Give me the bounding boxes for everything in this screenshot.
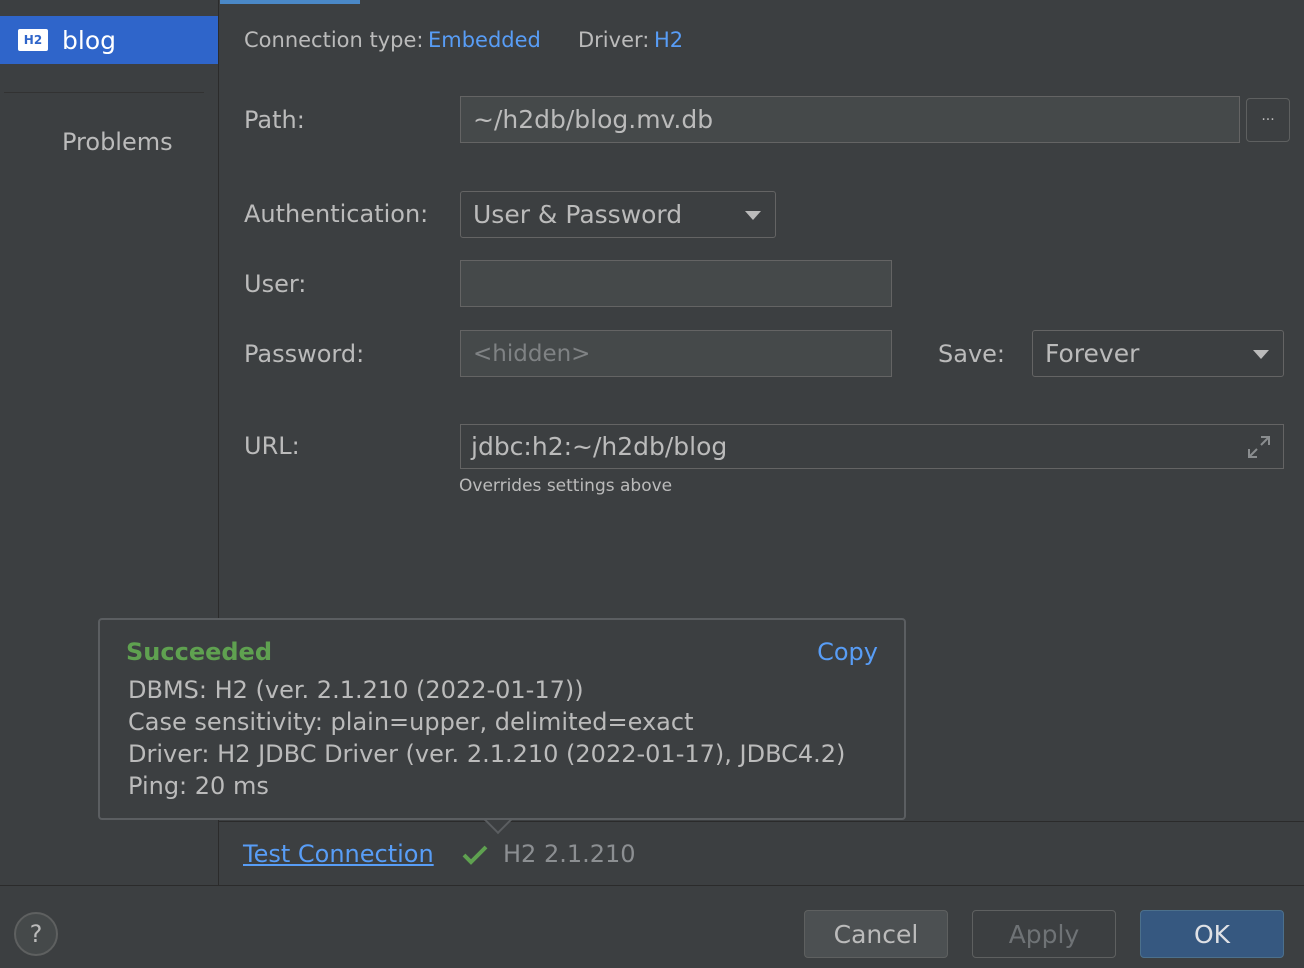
sidebar-divider: [4, 92, 204, 93]
popup-line-ping: Ping: 20 ms: [128, 772, 269, 800]
browse-button[interactable]: ···: [1246, 98, 1290, 142]
expand-icon[interactable]: [1245, 433, 1273, 461]
sidebar-item-blog[interactable]: H2 blog: [0, 16, 218, 64]
authentication-dropdown[interactable]: User & Password: [460, 191, 776, 238]
divider: [218, 821, 1304, 822]
chevron-down-icon: [745, 210, 761, 220]
save-value: Forever: [1045, 339, 1140, 368]
help-button[interactable]: ?: [14, 912, 58, 956]
copy-link[interactable]: Copy: [817, 638, 878, 666]
cancel-button[interactable]: Cancel: [804, 910, 948, 958]
password-label: Password:: [244, 340, 365, 368]
url-label: URL:: [244, 432, 300, 460]
driver-link[interactable]: H2: [654, 28, 683, 52]
save-label: Save:: [938, 340, 1005, 368]
path-input[interactable]: ~/h2db/blog.mv.db: [460, 96, 1240, 143]
popup-line-case: Case sensitivity: plain=upper, delimited…: [128, 708, 694, 736]
ok-button[interactable]: OK: [1140, 910, 1284, 958]
connection-type-link[interactable]: Embedded: [428, 28, 541, 52]
checkmark-icon: [462, 845, 488, 865]
test-result-popup: Succeeded Copy DBMS: H2 (ver. 2.1.210 (2…: [98, 618, 906, 820]
chevron-down-icon: [1253, 349, 1269, 359]
authentication-value: User & Password: [473, 200, 683, 229]
sidebar-item-problems[interactable]: Problems: [62, 128, 173, 156]
user-label: User:: [244, 270, 307, 298]
status-text: Succeeded: [126, 638, 273, 666]
authentication-label: Authentication:: [244, 200, 429, 228]
footer-divider: [0, 885, 1304, 886]
save-dropdown[interactable]: Forever: [1032, 330, 1284, 377]
apply-button[interactable]: Apply: [972, 910, 1116, 958]
path-label: Path:: [244, 106, 305, 134]
test-connection-link[interactable]: Test Connection: [243, 840, 434, 868]
connection-type-label: Connection type:: [244, 28, 424, 52]
driver-label: Driver:: [578, 28, 650, 52]
url-hint: Overrides settings above: [459, 476, 673, 496]
password-input[interactable]: <hidden>: [460, 330, 892, 377]
popup-line-dbms: DBMS: H2 (ver. 2.1.210 (2022-01-17)): [128, 676, 584, 704]
popup-line-driver: Driver: H2 JDBC Driver (ver. 2.1.210 (20…: [128, 740, 846, 768]
sidebar-item-label: blog: [62, 25, 116, 55]
active-tab-indicator: [220, 0, 360, 4]
h2-database-icon: H2: [18, 29, 48, 51]
url-value: jdbc:h2:~/h2db/blog: [471, 432, 728, 461]
driver-version: H2 2.1.210: [503, 840, 636, 868]
user-input[interactable]: [460, 260, 892, 307]
url-input[interactable]: jdbc:h2:~/h2db/blog: [460, 424, 1284, 469]
